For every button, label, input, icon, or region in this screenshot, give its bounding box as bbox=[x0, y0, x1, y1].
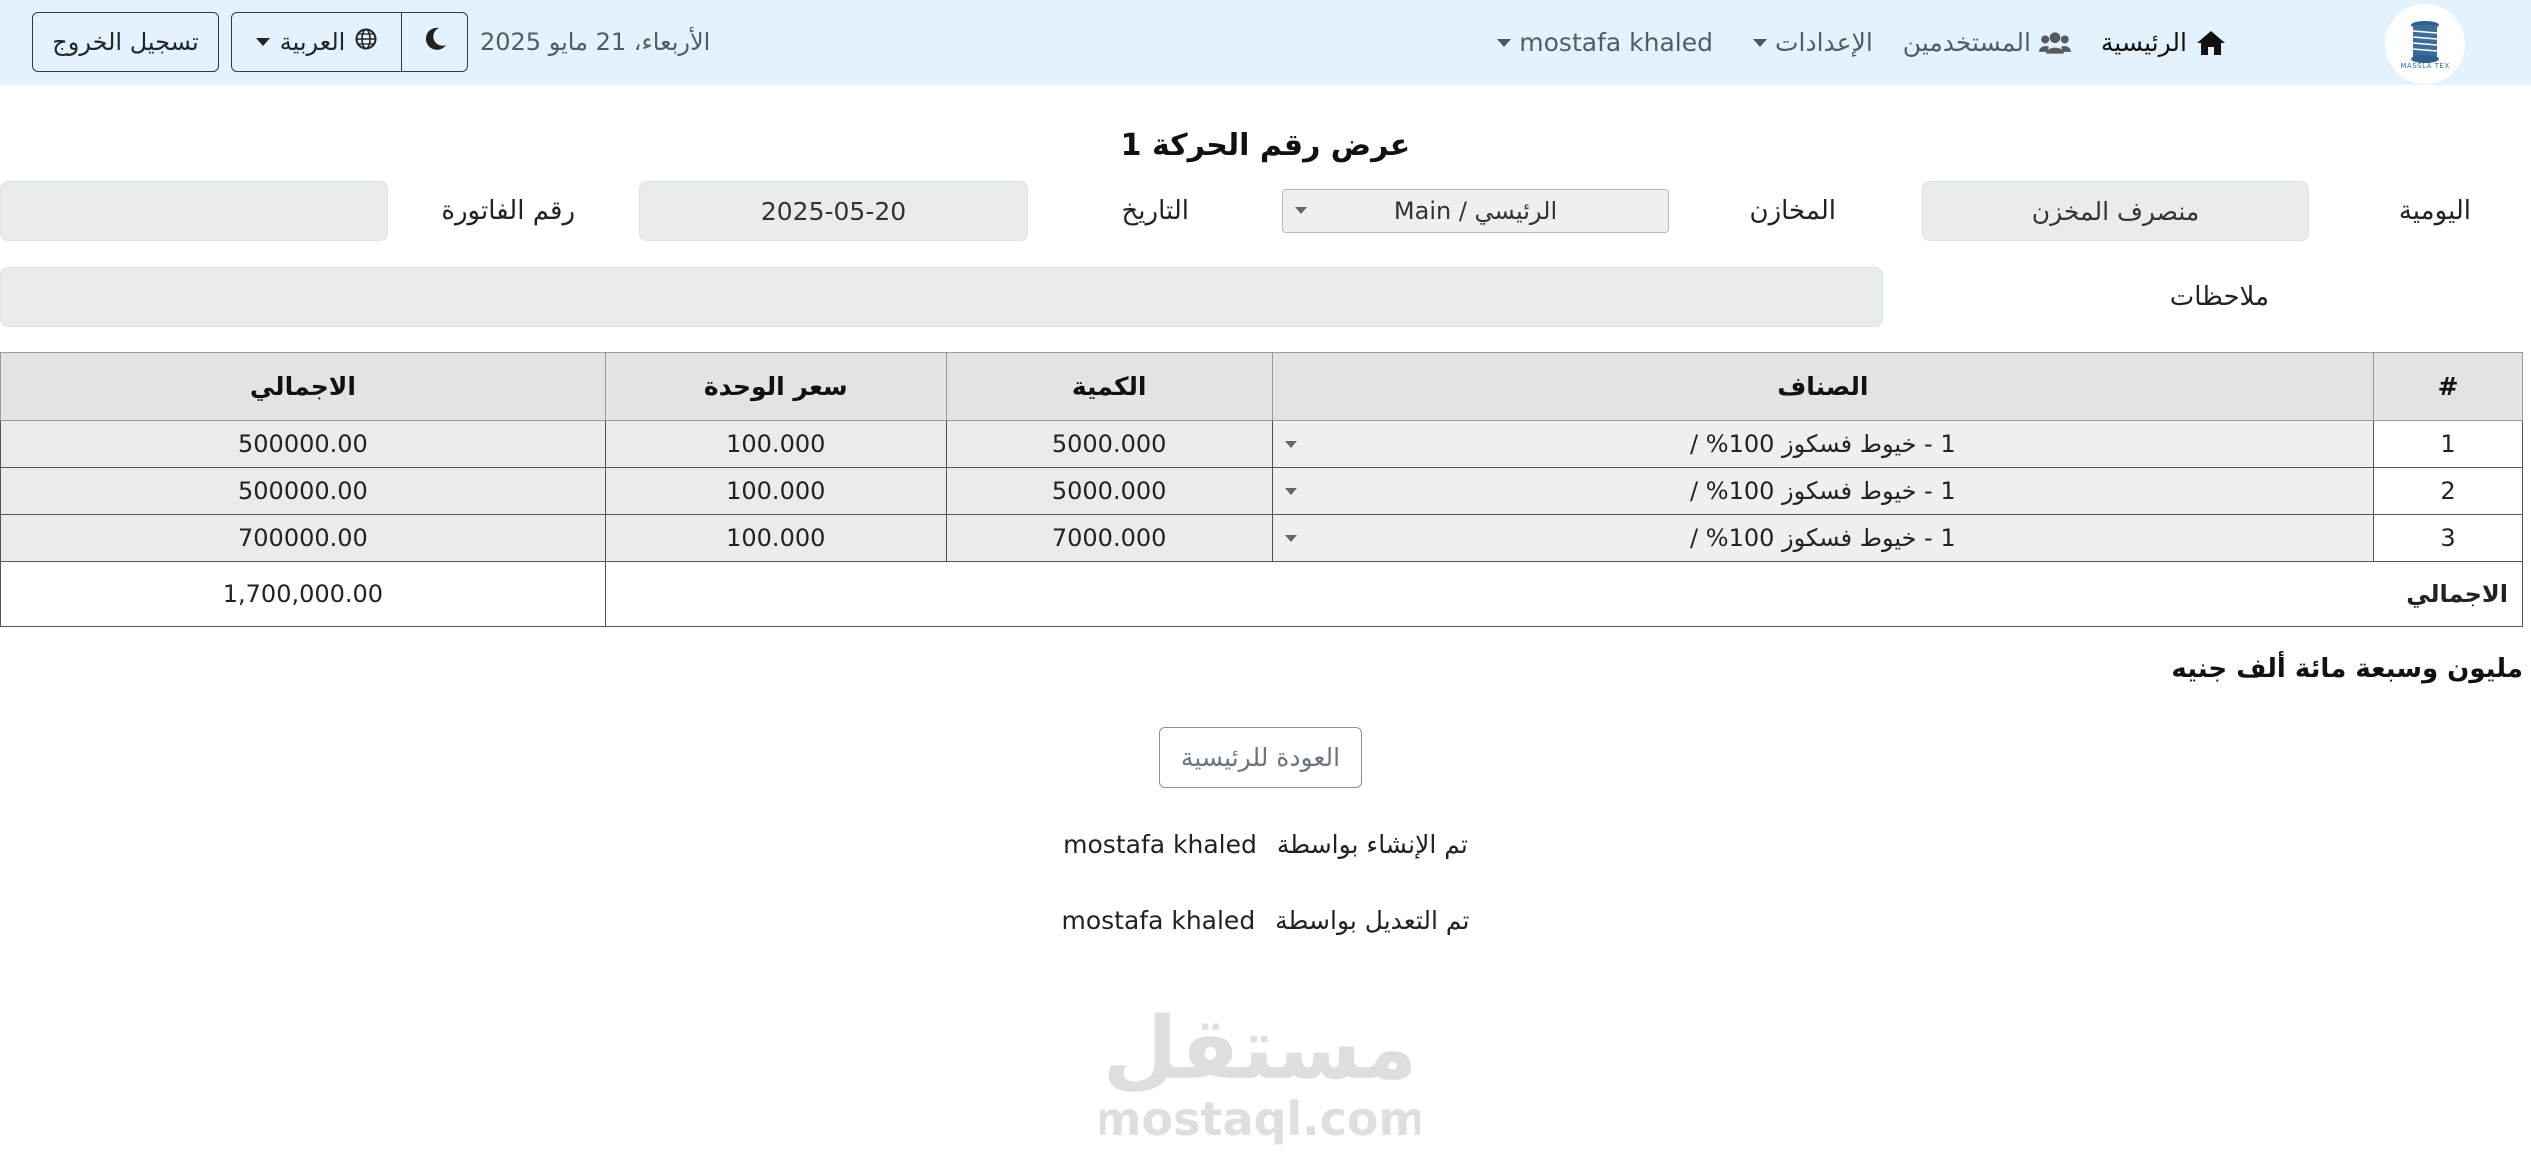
header-qty: الكمية bbox=[945, 352, 1273, 421]
items-table: # الصناف الكمية سعر الوحدة الاجمالي 1 1 … bbox=[0, 352, 2524, 627]
nav-home-label: الرئيسية bbox=[2100, 28, 2187, 57]
stores-label: المخازن bbox=[1749, 196, 1836, 226]
nav-home[interactable]: الرئيسية bbox=[2101, 28, 2227, 57]
brand-logo[interactable]: MASSLA TEX bbox=[2385, 4, 2465, 84]
nav-user-label: mostafa khaled bbox=[1519, 28, 1713, 57]
chevron-down-icon bbox=[255, 38, 270, 46]
chevron-down-icon bbox=[1752, 38, 1767, 47]
dark-mode-toggle[interactable] bbox=[401, 12, 468, 72]
total-label: الاجمالي bbox=[604, 561, 2524, 627]
nav-actions: تسجيل الخروج العربية الأربعاء، 21 مايو 2… bbox=[32, 10, 710, 74]
date-field[interactable]: 2025-05-20 bbox=[639, 181, 1028, 241]
users-icon bbox=[2038, 29, 2071, 57]
row-total: 500000.00 bbox=[0, 467, 606, 515]
table-total-row: الاجمالي 1,700,000.00 bbox=[0, 561, 2524, 627]
header-price: سعر الوحدة bbox=[604, 352, 947, 421]
notes-field[interactable] bbox=[0, 267, 1883, 327]
row-qty[interactable]: 5000.000 bbox=[945, 467, 1273, 515]
row-qty-value: 5000.000 bbox=[946, 468, 1272, 514]
page-title: عرض رقم الحركة 1 bbox=[1120, 128, 1411, 163]
amount-in-words: مليون وسبعة مائة ألف جنيه bbox=[2171, 654, 2523, 684]
header-item: الصناف bbox=[1271, 352, 2375, 421]
nav-links: الرئيسية المستخدمين الإعدادات mostafa kh… bbox=[1467, 0, 2227, 85]
chevron-down-icon bbox=[1284, 488, 1297, 495]
row-price[interactable]: 100.000 bbox=[604, 467, 947, 515]
row-qty[interactable]: 7000.000 bbox=[945, 514, 1273, 562]
row-qty[interactable]: 5000.000 bbox=[945, 420, 1273, 468]
logout-button[interactable]: تسجيل الخروج bbox=[32, 12, 219, 72]
table-row: 3 1 - خيوط فسكوز 100% / 7000.000 100.000… bbox=[0, 514, 2523, 562]
created-by-user: mostafa khaled bbox=[1063, 830, 1257, 859]
stores-select-value: الرئيسي / Main bbox=[1393, 197, 1558, 225]
row-price-value: 100.000 bbox=[605, 515, 946, 561]
row-price[interactable]: 100.000 bbox=[604, 514, 947, 562]
language-label: العربية bbox=[279, 28, 346, 56]
stores-select[interactable]: الرئيسي / Main bbox=[1282, 189, 1669, 233]
row-total: 500000.00 bbox=[0, 420, 606, 468]
watermark-latin: mostaql.com bbox=[1100, 1092, 1420, 1146]
back-home-button[interactable]: العودة للرئيسية bbox=[1159, 727, 1362, 788]
nav-users-label: المستخدمين bbox=[1902, 28, 2031, 57]
row-item-select[interactable]: 1 - خيوط فسكوز 100% / bbox=[1271, 420, 2375, 468]
invoice-label: رقم الفاتورة bbox=[441, 196, 575, 226]
nav-settings-dropdown[interactable]: الإعدادات bbox=[1752, 28, 1873, 57]
row-index: 3 bbox=[2373, 514, 2523, 562]
invoice-field[interactable] bbox=[0, 181, 388, 241]
row-item-value: 1 - خيوط فسكوز 100% / bbox=[1690, 477, 1956, 505]
row-item-value: 1 - خيوط فسكوز 100% / bbox=[1690, 430, 1956, 458]
moon-icon bbox=[422, 26, 448, 58]
nav-settings-label: الإعدادات bbox=[1774, 28, 1873, 57]
language-dropdown[interactable]: العربية bbox=[231, 12, 402, 72]
globe-icon bbox=[355, 28, 377, 56]
modified-by-user: mostafa khaled bbox=[1061, 906, 1256, 935]
row-item-select[interactable]: 1 - خيوط فسكوز 100% / bbox=[1271, 514, 2375, 562]
created-label: تم الإنشاء بواسطة bbox=[1276, 830, 1468, 859]
modified-label: تم التعديل بواسطة bbox=[1275, 906, 1470, 935]
row-price-value: 100.000 bbox=[605, 421, 946, 467]
row-index: 2 bbox=[2373, 467, 2523, 515]
created-by-line: تم الإنشاء بواسطة mostafa khaled bbox=[0, 830, 2531, 859]
logo-text: MASSLA TEX bbox=[2400, 62, 2450, 70]
row-total-value: 500000.00 bbox=[1, 421, 605, 467]
header-total: الاجمالي bbox=[0, 352, 606, 421]
row-total-value: 700000.00 bbox=[1, 515, 605, 561]
journal-label: اليومية bbox=[2398, 196, 2471, 226]
home-icon bbox=[2195, 29, 2227, 57]
header-index: # bbox=[2373, 352, 2523, 421]
modified-by-line: تم التعديل بواسطة mostafa khaled bbox=[0, 906, 2531, 935]
total-value: 1,700,000.00 bbox=[0, 561, 606, 627]
row-price[interactable]: 100.000 bbox=[604, 420, 947, 468]
nav-user-dropdown[interactable]: mostafa khaled bbox=[1497, 28, 1713, 57]
chevron-down-icon bbox=[1497, 38, 1512, 47]
row-price-value: 100.000 bbox=[605, 468, 946, 514]
date-label: التاريخ bbox=[1121, 196, 1190, 226]
notes-label: ملاحظات bbox=[2169, 282, 2269, 312]
row-index: 1 bbox=[2373, 420, 2523, 468]
current-date: الأربعاء، 21 مايو 2025 bbox=[480, 28, 711, 56]
row-item-value: 1 - خيوط فسكوز 100% / bbox=[1690, 524, 1956, 552]
nav-users[interactable]: المستخدمين bbox=[1903, 28, 2071, 57]
table-row: 1 1 - خيوط فسكوز 100% / 5000.000 100.000… bbox=[0, 420, 2523, 468]
row-total-value: 500000.00 bbox=[1, 468, 605, 514]
chevron-down-icon bbox=[1284, 441, 1297, 448]
chevron-down-icon bbox=[1284, 535, 1297, 542]
row-item-select[interactable]: 1 - خيوط فسكوز 100% / bbox=[1271, 467, 2375, 515]
table-row: 2 1 - خيوط فسكوز 100% / 5000.000 100.000… bbox=[0, 467, 2523, 515]
row-qty-value: 5000.000 bbox=[946, 421, 1272, 467]
row-total: 700000.00 bbox=[0, 514, 606, 562]
watermark-logo: مستقل mostaql.com bbox=[1100, 999, 1420, 1146]
row-qty-value: 7000.000 bbox=[946, 515, 1272, 561]
watermark-arabic: مستقل bbox=[1103, 999, 1418, 1099]
top-navbar: MASSLA TEX الرئيسية المستخدمين الإعدادات bbox=[0, 0, 2531, 85]
journal-field[interactable]: منصرف المخزن bbox=[1922, 181, 2309, 241]
table-header-row: # الصناف الكمية سعر الوحدة الاجمالي bbox=[0, 352, 2523, 421]
chevron-down-icon bbox=[1295, 207, 1307, 214]
